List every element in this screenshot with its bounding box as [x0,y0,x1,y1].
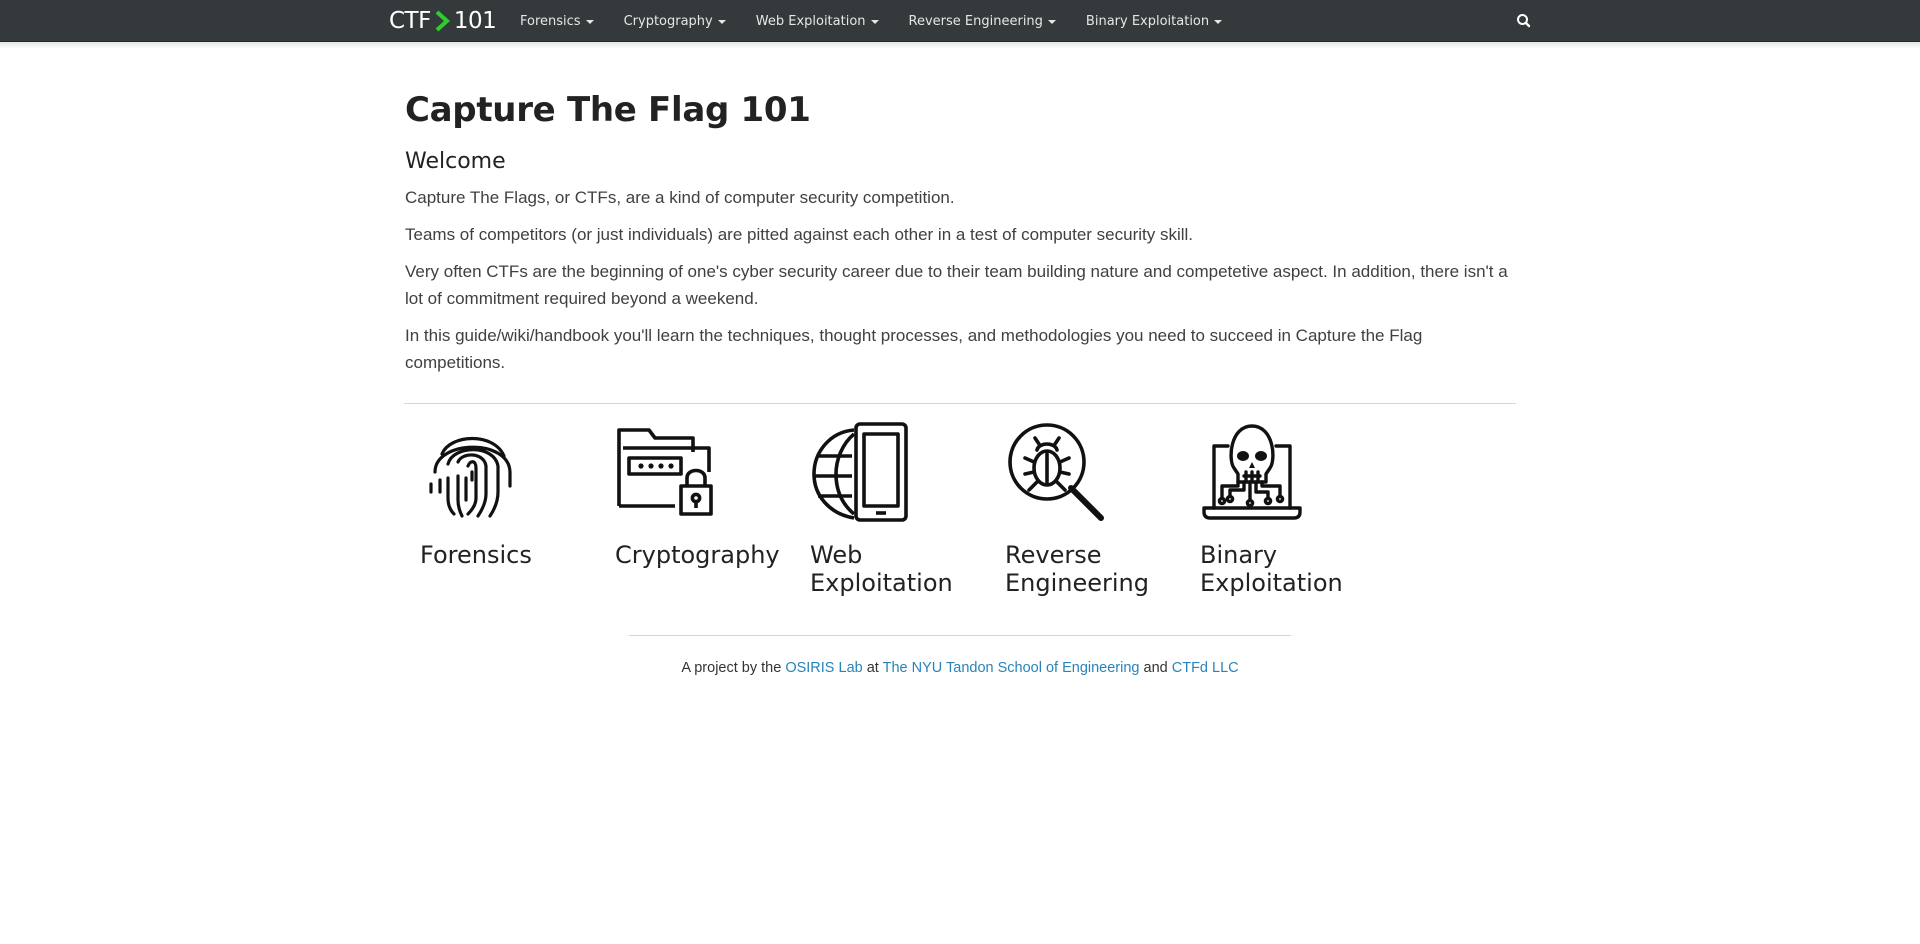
intro-paragraph: Very often CTFs are the beginning of one… [405,262,1508,308]
search-icon [1517,14,1531,28]
nav-item-binary-exploitation[interactable]: Binary Exploitation [1071,0,1237,42]
locked-folder-icon [617,428,713,516]
navbar-shadow [0,42,1920,49]
topic-web-exploitation-link[interactable]: Web Exploitation [810,420,990,597]
nyu-tandon-link[interactable]: The NYU Tandon School of Engineering [883,660,1140,676]
topic-label: Binary Exploitation [1200,541,1343,597]
top-navbar: CTF 101 Forensics Cryptography Web Explo… [0,0,1920,42]
topic-reverse-engineering-link[interactable]: Reverse Engineering [1005,420,1185,597]
divider [404,403,1516,404]
skull-laptop-icon [1202,424,1302,520]
section-title: Welcome [405,149,506,174]
search-button[interactable] [1514,11,1534,31]
ctfd-link[interactable]: CTFd LLC [1172,660,1239,676]
topic-grid: Forensics Cryptography Web Exploitation … [405,420,1517,610]
topic-cryptography-link[interactable]: Cryptography [615,420,795,569]
chevron-right-icon [435,10,450,32]
intro-paragraph: In this guide/wiki/handbook you'll learn… [405,326,1423,372]
nav-item-label: Cryptography [623,13,713,29]
brand-left-text: CTF [389,8,431,34]
osiris-lab-link[interactable]: OSIRIS Lab [785,660,862,676]
footer-divider [629,635,1291,636]
brand-logo[interactable]: CTF 101 [389,7,497,35]
nav-item-label: Forensics [520,13,581,29]
topic-label: Forensics [420,541,532,569]
caret-down-icon [585,20,594,24]
nav-item-label: Binary Exploitation [1085,13,1210,29]
main-content: Capture The Flag 101 Welcome Capture The… [405,80,1517,376]
caret-down-icon [717,20,726,24]
topic-label: Cryptography [615,541,780,569]
topic-label: Web Exploitation [810,541,953,597]
brand-right-text: 101 [453,8,497,34]
fingerprint-icon [429,436,512,518]
intro-paragraph: Capture The Flags, or CTFs, are a kind o… [405,188,955,207]
footer-at: at [866,660,879,676]
topic-binary-exploitation-link[interactable]: Binary Exploitation [1200,420,1380,597]
nav-item-web-exploitation[interactable]: Web Exploitation [741,0,894,42]
nav-menu: Forensics Cryptography Web Exploitation … [505,0,1237,42]
topic-label: Reverse Engineering [1005,541,1149,597]
caret-down-icon [870,20,879,24]
globe-phone-icon [812,422,908,522]
nav-item-label: Reverse Engineering [908,13,1043,29]
footer-prefix: A project by the [681,660,782,676]
intro-paragraph: Teams of competitors (or just individual… [405,225,1194,244]
footer: A project by the OSIRIS Lab at The NYU T… [0,660,1920,676]
nav-item-cryptography[interactable]: Cryptography [609,0,741,42]
topic-forensics-link[interactable]: Forensics [420,420,600,569]
nav-item-reverse-engineering[interactable]: Reverse Engineering [894,0,1071,42]
caret-down-icon [1214,20,1223,24]
nav-item-forensics[interactable]: Forensics [505,0,609,42]
nav-item-label: Web Exploitation [755,13,866,29]
bug-magnifier-icon [1008,423,1104,521]
footer-and: and [1143,660,1168,676]
page-title: Capture The Flag 101 [405,90,811,130]
caret-down-icon [1047,20,1056,24]
